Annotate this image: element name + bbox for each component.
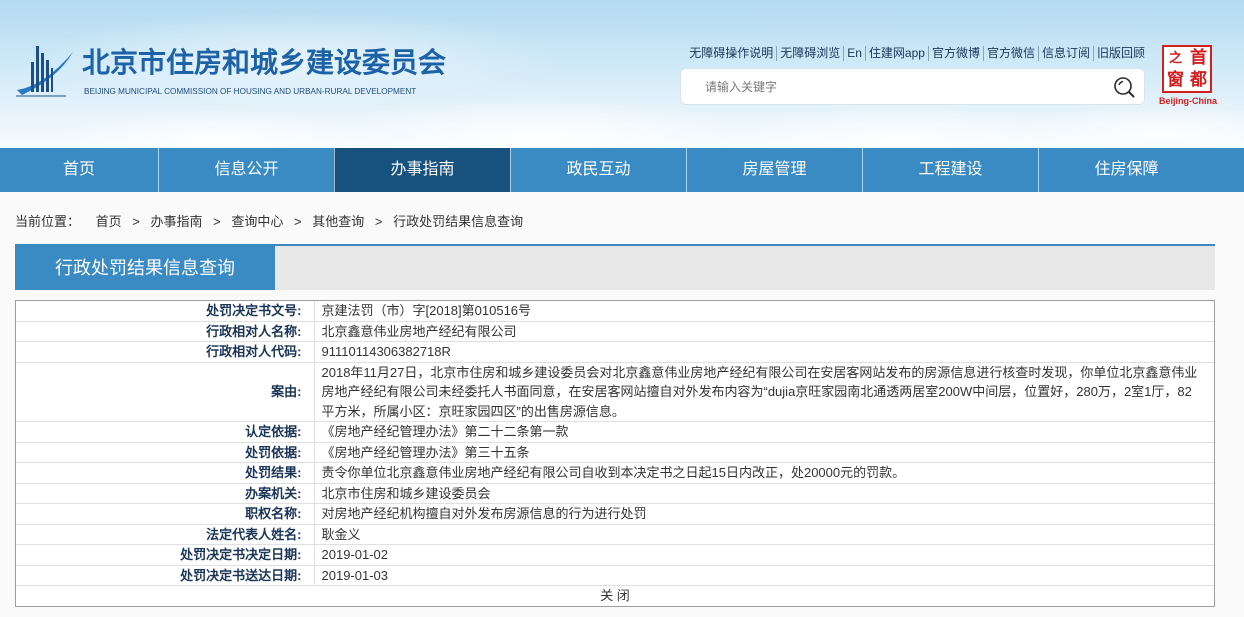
nav-item-construction[interactable]: 工程建设 (862, 148, 1038, 192)
record-label: 法定代表人姓名: (15, 523, 315, 545)
record-row: 行政相对人代码: 91110114306382718R (15, 341, 1215, 363)
search-icon[interactable] (1112, 75, 1136, 99)
top-link-weibo[interactable]: 官方微博 (927, 46, 983, 61)
record-value: 责令你单位北京鑫意伟业房地产经纪有限公司自收到本决定书之日起15日内改正，处20… (313, 462, 1215, 484)
record-row: 案由: 2018年11月27日，北京市住房和城乡建设委员会对北京鑫意伟业房地产经… (15, 361, 1215, 422)
portal-stamp-char: 之 (1168, 50, 1182, 65)
breadcrumb-item-other-queries[interactable]: 其他查询 (312, 214, 364, 229)
record-label: 认定依据: (15, 421, 315, 443)
breadcrumb-item-service-guide[interactable]: 办事指南 (151, 214, 203, 229)
record-row: 处罚决定书送达日期: 2019-01-03 (15, 564, 1215, 586)
site-header: 北京市住房和城乡建设委员会 BEIJING MUNICIPAL COMMISSI… (0, 0, 1244, 148)
record-value: 《房地产经纪管理办法》第三十五条 (313, 441, 1215, 463)
record-value: 2019-01-02 (313, 544, 1215, 566)
nav-item-service-guide[interactable]: 办事指南 (334, 148, 510, 192)
record-value: 北京鑫意伟业房地产经纪有限公司 (313, 320, 1215, 342)
portal-stamp-char: 首 (1190, 48, 1207, 67)
breadcrumb-separator: > (374, 214, 383, 229)
breadcrumb-item-current: 行政处罚结果信息查询 (393, 214, 524, 229)
nav-item-interaction[interactable]: 政民互动 (510, 148, 686, 192)
record-row: 处罚决定书决定日期: 2019-01-02 (15, 544, 1215, 566)
beijing-portal-logo[interactable]: 之 首 窗 都 Beijing-China (1159, 45, 1217, 109)
commission-logo-graphic (16, 46, 73, 97)
portal-stamp: 之 首 窗 都 (1162, 45, 1212, 93)
breadcrumb-separator: > (132, 214, 140, 229)
record-label: 行政相对人代码: (15, 341, 315, 363)
record-label: 处罚依据: (15, 441, 315, 463)
record-row: 处罚结果: 责令你单位北京鑫意伟业房地产经纪有限公司自收到本决定书之日起15日内… (15, 462, 1215, 484)
site-subtitle: BEIJING MUNICIPAL COMMISSION OF HOUSING … (84, 87, 417, 96)
site-title[interactable]: 北京市住房和城乡建设委员会 (82, 45, 446, 81)
record-label: 行政相对人名称: (15, 320, 315, 342)
breadcrumb-item-home[interactable]: 首页 (96, 214, 122, 229)
top-link-subscribe[interactable]: 信息订阅 (1037, 46, 1093, 61)
penalty-record: 处罚决定书文号: 京建法罚（市）字[2018]第010516号 行政相对人名称:… (15, 300, 1215, 607)
record-label: 处罚决定书文号: (15, 300, 315, 322)
record-actions-row: 关 闭 (15, 585, 1215, 606)
portal-stamp-char: 都 (1190, 70, 1207, 89)
top-links: 无障碍操作说明 无障碍浏览 En 住建网app 官方微博 官方微信 信息订阅 旧… (686, 46, 1148, 61)
breadcrumb-item-query-center[interactable]: 查询中心 (231, 214, 283, 229)
record-row: 法定代表人姓名: 耿金义 (15, 523, 1215, 545)
commission-logo-icon[interactable] (14, 40, 76, 98)
search-box (680, 68, 1145, 105)
section-title-bar: 行政处罚结果信息查询 (15, 244, 1215, 290)
nav-item-housing-security[interactable]: 住房保障 (1038, 148, 1214, 192)
logo-bar (51, 68, 53, 92)
main-nav: 首页 信息公开 办事指南 政民互动 房屋管理 工程建设 住房保障 (0, 148, 1244, 192)
section-title: 行政处罚结果信息查询 (15, 246, 275, 290)
portal-caption: Beijing-China (1159, 96, 1217, 106)
search-icon-handle (1128, 91, 1135, 98)
nav-item-info-disclosure[interactable]: 信息公开 (158, 148, 334, 192)
record-actions: 关 闭 (15, 585, 1215, 606)
record-label: 处罚结果: (15, 462, 315, 484)
record-value: 北京市住房和城乡建设委员会 (313, 482, 1215, 504)
record-value: 对房地产经纪机构擅自对外发布房源信息的行为进行处罚 (313, 503, 1215, 525)
breadcrumb-separator: > (213, 214, 221, 229)
search-input[interactable] (681, 69, 1101, 104)
logo-bar (41, 53, 44, 92)
record-row: 行政相对人名称: 北京鑫意伟业房地产经纪有限公司 (15, 320, 1215, 342)
main-nav-list: 首页 信息公开 办事指南 政民互动 房屋管理 工程建设 住房保障 (0, 148, 1214, 192)
record-row: 处罚依据: 《房地产经纪管理办法》第三十五条 (15, 441, 1215, 463)
record-label: 处罚决定书送达日期: (15, 564, 315, 586)
top-link-accessible-browsing[interactable]: 无障碍浏览 (776, 46, 843, 61)
logo-swoosh (17, 52, 73, 95)
record-label: 职权名称: (15, 503, 315, 525)
record-value: 耿金义 (313, 523, 1215, 545)
record-label: 办案机关: (15, 482, 315, 504)
record-value: 2018年11月27日，北京市住房和城乡建设委员会对北京鑫意伟业房地产经纪有限公… (313, 361, 1215, 422)
close-button[interactable]: 关 闭 (600, 588, 630, 603)
breadcrumb: 当前位置： 首页 > 办事指南 > 查询中心 > 其他查询 > 行政处罚结果信息… (15, 212, 523, 232)
top-link-app[interactable]: 住建网app (864, 46, 928, 61)
record-label: 处罚决定书决定日期: (15, 544, 315, 566)
nav-item-home[interactable]: 首页 (0, 148, 158, 192)
record-value: 2019-01-03 (313, 564, 1215, 586)
logo-bar (36, 46, 39, 92)
portal-stamp-char: 窗 (1167, 70, 1184, 89)
record-row: 认定依据: 《房地产经纪管理办法》第二十二条第一款 (15, 421, 1215, 443)
record-value: 京建法罚（市）字[2018]第010516号 (313, 300, 1215, 322)
top-link-old-version[interactable]: 旧版回顾 (1092, 46, 1148, 61)
top-link-english[interactable]: En (843, 46, 865, 61)
top-link-accessibility-guide[interactable]: 无障碍操作说明 (686, 46, 776, 61)
search-icon-glint (1118, 80, 1124, 86)
record-value: 91110114306382718R (313, 341, 1215, 363)
search-icon-graphic (1114, 77, 1135, 98)
record-row: 职权名称: 对房地产经纪机构擅自对外发布房源信息的行为进行处罚 (15, 503, 1215, 525)
nav-item-housing-management[interactable]: 房屋管理 (686, 148, 862, 192)
logo-bar (31, 62, 34, 92)
record-value: 《房地产经纪管理办法》第二十二条第一款 (313, 421, 1215, 443)
breadcrumb-prefix: 当前位置： (15, 214, 81, 229)
record-row: 处罚决定书文号: 京建法罚（市）字[2018]第010516号 (15, 300, 1215, 322)
record-row: 办案机关: 北京市住房和城乡建设委员会 (15, 482, 1215, 504)
top-link-wechat[interactable]: 官方微信 (982, 46, 1038, 61)
record-label: 案由: (15, 361, 315, 422)
breadcrumb-separator: > (294, 214, 302, 229)
logo-bar (46, 60, 49, 92)
penalty-record-table: 处罚决定书文号: 京建法罚（市）字[2018]第010516号 行政相对人名称:… (15, 300, 1215, 606)
